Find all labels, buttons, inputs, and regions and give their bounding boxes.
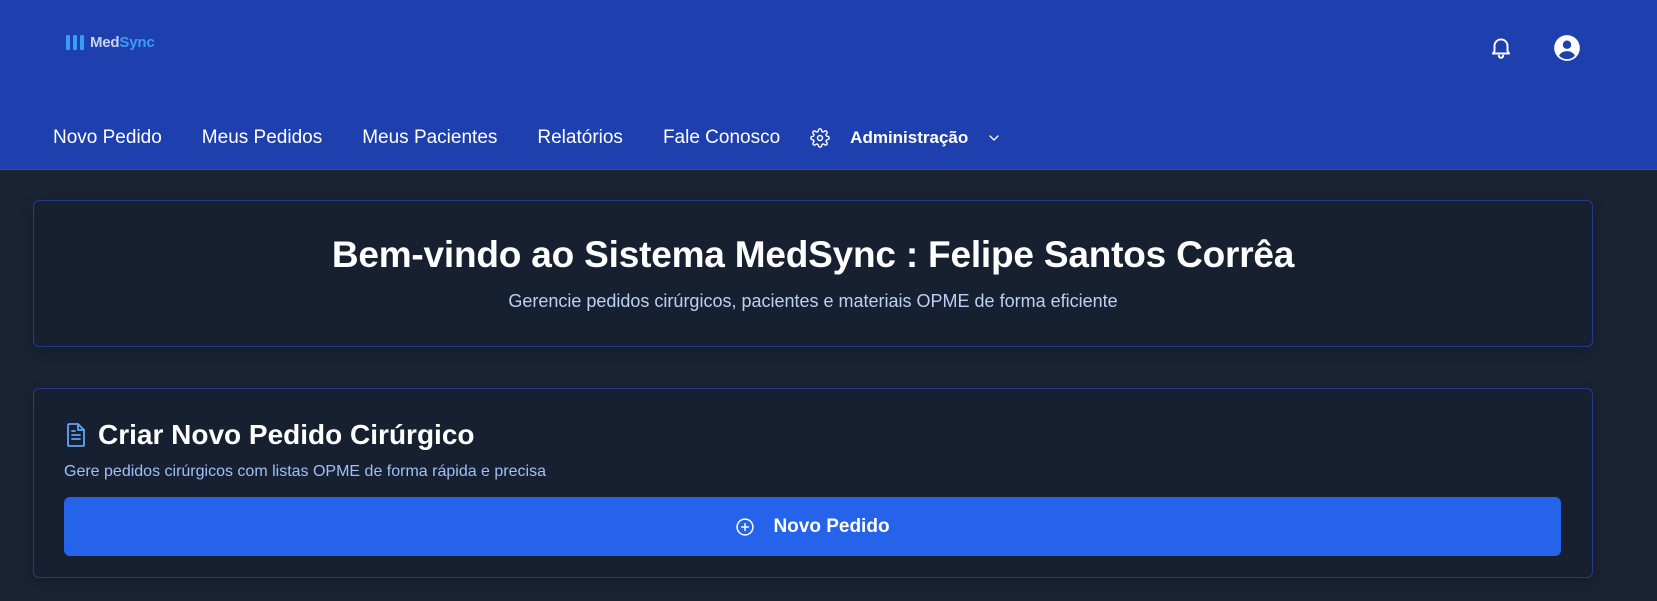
nav-item-administracao[interactable]: Administração xyxy=(810,128,1002,148)
nav-item-relatorios[interactable]: Relatórios xyxy=(537,127,623,149)
plus-circle-icon xyxy=(735,517,755,537)
nav-item-novo-pedido[interactable]: Novo Pedido xyxy=(53,127,162,149)
medsync-logo[interactable]: MedSync xyxy=(66,34,155,51)
new-order-button-label: Novo Pedido xyxy=(773,515,890,537)
welcome-title: Bem-vindo ao Sistema MedSync : Felipe Sa… xyxy=(331,234,1295,275)
chevron-down-icon xyxy=(986,130,1002,146)
nav-admin-label: Administração xyxy=(850,128,969,147)
welcome-subtitle: Gerencie pedidos cirúrgicos, pacientes e… xyxy=(508,291,1118,311)
logo-text: MedSync xyxy=(90,34,155,51)
create-order-header: Criar Novo Pedido Cirúrgico xyxy=(64,419,475,451)
gear-icon xyxy=(810,128,830,148)
document-icon xyxy=(64,421,88,449)
new-order-button[interactable]: Novo Pedido xyxy=(64,497,1561,556)
create-order-description: Gere pedidos cirúrgicos com listas OPME … xyxy=(64,463,546,480)
nav-item-fale-conosco[interactable]: Fale Conosco xyxy=(663,127,780,149)
create-order-title: Criar Novo Pedido Cirúrgico xyxy=(98,419,475,450)
bell-icon[interactable] xyxy=(1488,34,1514,60)
logo-text-accent: Sync xyxy=(119,34,155,51)
nav-item-meus-pedidos[interactable]: Meus Pedidos xyxy=(202,127,322,149)
logo-text-primary: Med xyxy=(90,34,120,51)
nav-item-meus-pacientes[interactable]: Meus Pacientes xyxy=(362,127,497,149)
create-order-card: Criar Novo Pedido Cirúrgico Gere pedidos… xyxy=(33,388,1593,578)
logo-bars-icon xyxy=(66,35,84,50)
welcome-card: Bem-vindo ao Sistema MedSync : Felipe Sa… xyxy=(33,200,1593,347)
main-nav: Novo Pedido Meus Pedidos Meus Pacientes … xyxy=(53,120,1002,156)
user-circle-icon[interactable] xyxy=(1553,34,1581,62)
top-header: MedSync Novo Pedido Meus Pedidos Meus Pa… xyxy=(0,0,1657,170)
